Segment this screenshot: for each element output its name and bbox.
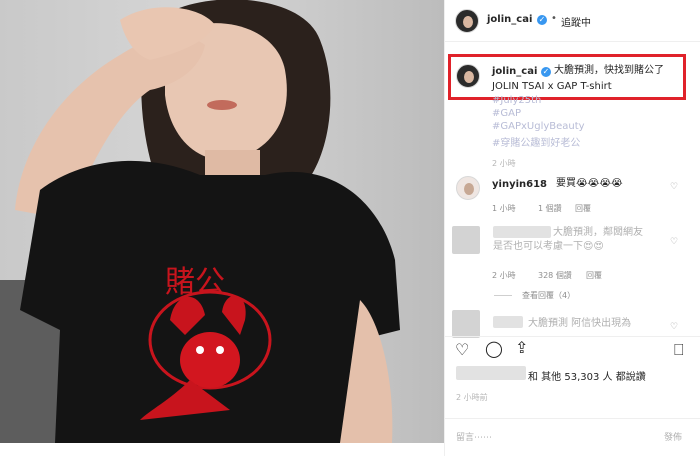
comment-avatar[interactable] [456, 176, 480, 200]
comment-like-icon[interactable]: ♡ [670, 182, 678, 192]
caption-line2: JOLIN TSAI x GAP T-shirt [492, 81, 612, 92]
blurred-username [493, 226, 551, 238]
caption-username[interactable]: jolin_cai [492, 66, 537, 77]
post-photo: 賭公 [0, 0, 444, 443]
hashtag[interactable]: #GAPxUglyBeauty [492, 121, 585, 132]
comment-reply-button[interactable]: 回覆 [586, 270, 602, 281]
blurred-avatar [452, 226, 480, 254]
blurred-liker [456, 366, 526, 380]
comment-time: 2 小時 [492, 271, 516, 280]
blurred-avatar [452, 310, 480, 338]
header-avatar[interactable] [455, 9, 479, 33]
post-header: jolin_cai ✓ • 追蹤中 [445, 0, 700, 42]
comment-time: 1 小時 [492, 204, 516, 213]
view-replies-link[interactable]: 查看回覆（4） [522, 290, 575, 301]
hashtag[interactable]: #July25th [492, 95, 541, 106]
comment-likes[interactable]: 1 個讚 [538, 203, 562, 214]
post-comment-button[interactable]: 發佈 [664, 430, 682, 443]
bookmark-icon[interactable]: ⎕ [674, 340, 684, 360]
reply-divider [494, 295, 512, 296]
comment-icon[interactable]: ◯ [485, 339, 503, 358]
comment-likes[interactable]: 328 個讚 [538, 270, 572, 281]
photo-illustration: 賭公 [0, 0, 400, 443]
post-time: 2 小時前 [456, 393, 488, 402]
follow-status[interactable]: 追蹤中 [561, 14, 591, 29]
comment-like-icon[interactable]: ♡ [670, 237, 678, 247]
comment-like-icon[interactable]: ♡ [670, 322, 678, 332]
header-username[interactable]: jolin_cai [487, 14, 532, 25]
share-icon[interactable]: ⇪ [515, 338, 528, 357]
action-bar [444, 336, 700, 364]
hashtag[interactable]: #GAP [492, 108, 521, 119]
likes-count[interactable]: 和 其他 53,303 人 都說讚 [528, 368, 646, 383]
comment-input[interactable]: 留言⋯⋯ [456, 430, 492, 443]
header-separator: • [551, 13, 557, 24]
caption-highlight-box [448, 54, 686, 100]
comment-text-line2: 是否也可以考慮一下😍😍 [493, 241, 604, 252]
comment-reply-button[interactable]: 回覆 [575, 203, 591, 214]
caption-verified-icon: ✓ [541, 67, 551, 77]
hashtag[interactable]: #穿賭公趣到好老公 [492, 134, 580, 149]
verified-icon: ✓ [537, 15, 547, 25]
caption-avatar[interactable] [456, 64, 480, 88]
comment-text: 大膽預測 阿信快出現為 [528, 318, 632, 329]
shirt-print-text: 賭公 [165, 265, 225, 300]
comment-text: 大膽預測，鄰闆網友 [553, 227, 643, 238]
comment-username[interactable]: yinyin618 [492, 179, 547, 190]
comment-text: 要買😭😭😭😭 [556, 178, 623, 189]
caption-time: 2 小時 [492, 159, 516, 168]
blurred-username [493, 316, 523, 328]
caption-text: 大膽預測，快找到賭公了 [554, 65, 664, 76]
heart-icon[interactable]: ♡ [455, 340, 469, 359]
